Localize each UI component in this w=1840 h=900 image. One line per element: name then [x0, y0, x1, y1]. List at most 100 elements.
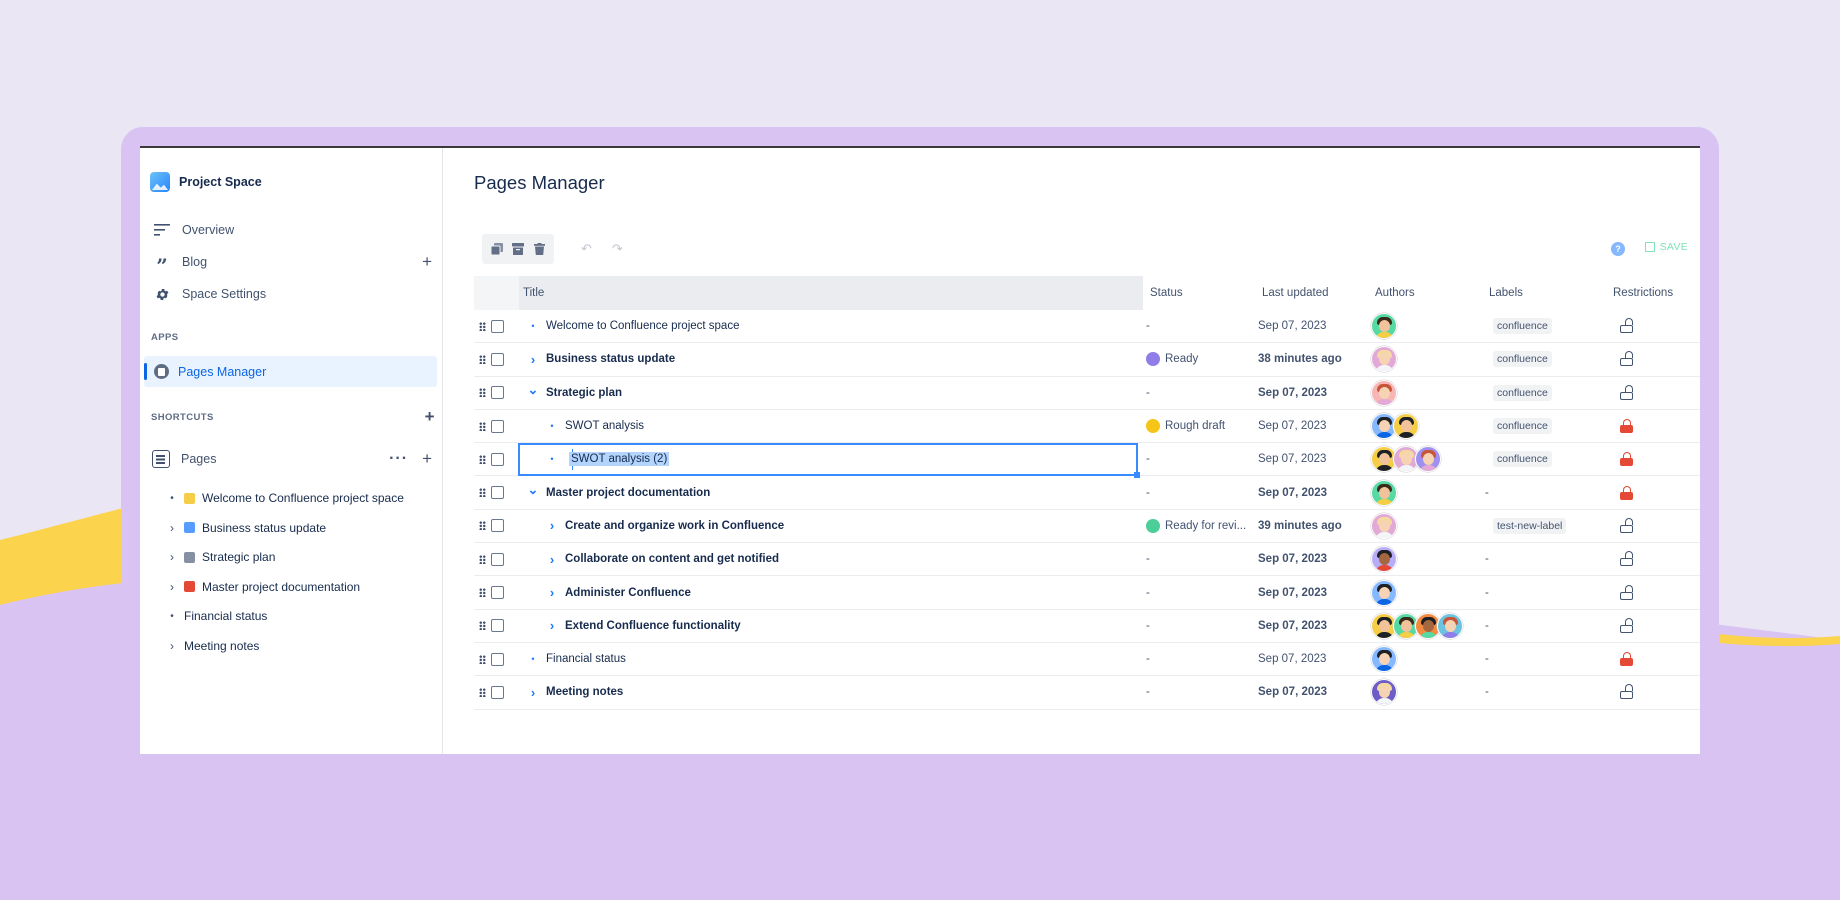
redo-icon[interactable]: ↷	[612, 241, 623, 257]
labels-cell[interactable]: confluence	[1485, 377, 1595, 409]
chevron-right-icon[interactable]: ›	[167, 580, 177, 594]
title-cell[interactable]: ⌄ Master project documentation	[519, 476, 1139, 508]
labels-cell[interactable]: confluence	[1485, 310, 1595, 342]
locked-icon[interactable]	[1620, 485, 1633, 500]
locked-icon[interactable]	[1620, 419, 1633, 434]
status-cell[interactable]: -	[1146, 543, 1256, 575]
table-row[interactable]: ⌄ Master project documentation - Sep 07, 20…	[474, 476, 1700, 510]
drag-handle[interactable]	[479, 410, 487, 442]
chevron-right-icon[interactable]: ›	[167, 550, 177, 564]
restrictions-cell[interactable]	[1620, 410, 1650, 442]
status-cell[interactable]: -	[1146, 643, 1256, 675]
unlocked-icon[interactable]	[1620, 318, 1633, 334]
row-checkbox[interactable]	[491, 652, 504, 666]
unlocked-icon[interactable]	[1620, 617, 1633, 633]
author-avatar[interactable]	[1371, 679, 1397, 706]
column-header-last-updated[interactable]: Last updated	[1258, 276, 1329, 310]
space-header[interactable]: Project Space	[150, 172, 262, 192]
nav-overview[interactable]: Overview	[154, 217, 434, 243]
status-cell[interactable]: -	[1146, 377, 1256, 409]
author-avatar[interactable]	[1415, 446, 1441, 473]
title-cell[interactable]: ⌄ Strategic plan	[519, 377, 1139, 409]
save-button[interactable]: SAVE	[1644, 241, 1688, 253]
table-row[interactable]: • Financial status - Sep 07, 2023 -	[474, 643, 1700, 677]
sidebar-tree-item[interactable]: › Master project documentation	[167, 575, 360, 599]
drag-handle[interactable]	[479, 343, 487, 375]
drag-handle[interactable]	[479, 676, 487, 708]
status-cell[interactable]: -	[1146, 443, 1256, 475]
sidebar-tree-item[interactable]: • Financial status	[167, 604, 267, 628]
labels-cell[interactable]: confluence	[1485, 343, 1595, 375]
chevron-right-icon[interactable]: ›	[527, 352, 539, 367]
drag-handle[interactable]	[479, 443, 487, 475]
author-avatar[interactable]	[1371, 512, 1397, 539]
author-avatar[interactable]	[1371, 579, 1397, 606]
label-chip[interactable]: confluence	[1493, 451, 1552, 468]
column-header-labels[interactable]: Labels	[1485, 276, 1523, 310]
unlocked-icon[interactable]	[1620, 551, 1633, 567]
row-checkbox[interactable]	[491, 386, 504, 400]
drag-handle[interactable]	[479, 510, 487, 542]
author-avatar[interactable]	[1371, 313, 1397, 340]
restrictions-cell[interactable]	[1620, 343, 1650, 375]
labels-cell[interactable]: -	[1485, 676, 1595, 708]
labels-cell[interactable]: -	[1485, 576, 1595, 608]
table-row[interactable]: › Collaborate on content and get notified…	[474, 543, 1700, 577]
sidebar-tree-item[interactable]: › Meeting notes	[167, 634, 259, 658]
status-cell[interactable]: Rough draft	[1146, 410, 1256, 442]
unlocked-icon[interactable]	[1620, 517, 1633, 533]
chevron-right-icon[interactable]: ›	[167, 521, 177, 535]
locked-icon[interactable]	[1620, 652, 1633, 667]
label-chip[interactable]: confluence	[1493, 418, 1552, 435]
restrictions-cell[interactable]	[1620, 576, 1650, 608]
title-cell[interactable]: › Meeting notes	[519, 676, 1139, 708]
restrictions-cell[interactable]	[1620, 443, 1650, 475]
table-row[interactable]: • SWOT analysis Rough draft Sep 07, 2023 con…	[474, 410, 1700, 444]
table-row[interactable]: ⌄ Strategic plan - Sep 07, 2023 confluence	[474, 377, 1700, 410]
status-cell[interactable]: -	[1146, 476, 1256, 508]
status-cell[interactable]: -	[1146, 676, 1256, 708]
column-header-authors[interactable]: Authors	[1371, 276, 1415, 310]
title-cell[interactable]: • Welcome to Confluence project space	[519, 310, 1139, 342]
labels-cell[interactable]: confluence	[1485, 443, 1595, 475]
author-avatar[interactable]	[1393, 413, 1419, 440]
help-icon[interactable]: ?	[1611, 242, 1625, 256]
unlocked-icon[interactable]	[1620, 584, 1633, 600]
author-avatar[interactable]	[1371, 346, 1397, 373]
author-avatar[interactable]	[1371, 479, 1397, 506]
copy-icon[interactable]	[490, 243, 503, 255]
row-checkbox[interactable]	[491, 586, 504, 600]
unlocked-icon[interactable]	[1620, 351, 1633, 367]
unlocked-icon[interactable]	[1620, 384, 1633, 400]
title-cell[interactable]: • SWOT analysis (2)	[519, 443, 1139, 475]
row-checkbox[interactable]	[491, 685, 504, 699]
chevron-right-icon[interactable]: ›	[546, 552, 558, 567]
table-row[interactable]: • Welcome to Confluence project space - Sep…	[474, 310, 1700, 344]
row-checkbox[interactable]	[491, 352, 504, 366]
trash-icon[interactable]	[533, 243, 545, 255]
sidebar-tree-item[interactable]: › Business status update	[167, 516, 326, 540]
restrictions-cell[interactable]	[1620, 310, 1650, 342]
label-chip[interactable]: confluence	[1493, 351, 1552, 368]
labels-cell[interactable]: test-new-label	[1485, 510, 1595, 542]
chevron-right-icon[interactable]: ›	[167, 639, 177, 653]
title-cell[interactable]: › Collaborate on content and get notified	[519, 543, 1139, 575]
unlocked-icon[interactable]	[1620, 684, 1633, 700]
drag-handle[interactable]	[479, 310, 487, 342]
table-row[interactable]: › Create and organize work in Confluence R…	[474, 510, 1700, 544]
status-cell[interactable]: -	[1146, 610, 1256, 642]
labels-cell[interactable]: -	[1485, 610, 1595, 642]
chevron-right-icon[interactable]: ›	[546, 518, 558, 533]
title-cell[interactable]: • SWOT analysis	[519, 410, 1139, 442]
drag-handle[interactable]	[479, 377, 487, 409]
row-checkbox[interactable]	[491, 619, 504, 633]
labels-cell[interactable]: -	[1485, 643, 1595, 675]
sidebar-item-pages-manager[interactable]: Pages Manager	[144, 356, 437, 387]
nav-blog[interactable]: ” Blog +	[154, 249, 434, 276]
status-cell[interactable]: Ready	[1146, 343, 1256, 375]
labels-cell[interactable]: -	[1485, 543, 1595, 575]
author-avatar[interactable]	[1371, 379, 1397, 406]
status-cell[interactable]: Ready for revi...	[1146, 510, 1256, 542]
chevron-right-icon[interactable]: ›	[546, 585, 558, 600]
title-cell[interactable]: › Create and organize work in Confluence	[519, 510, 1139, 542]
